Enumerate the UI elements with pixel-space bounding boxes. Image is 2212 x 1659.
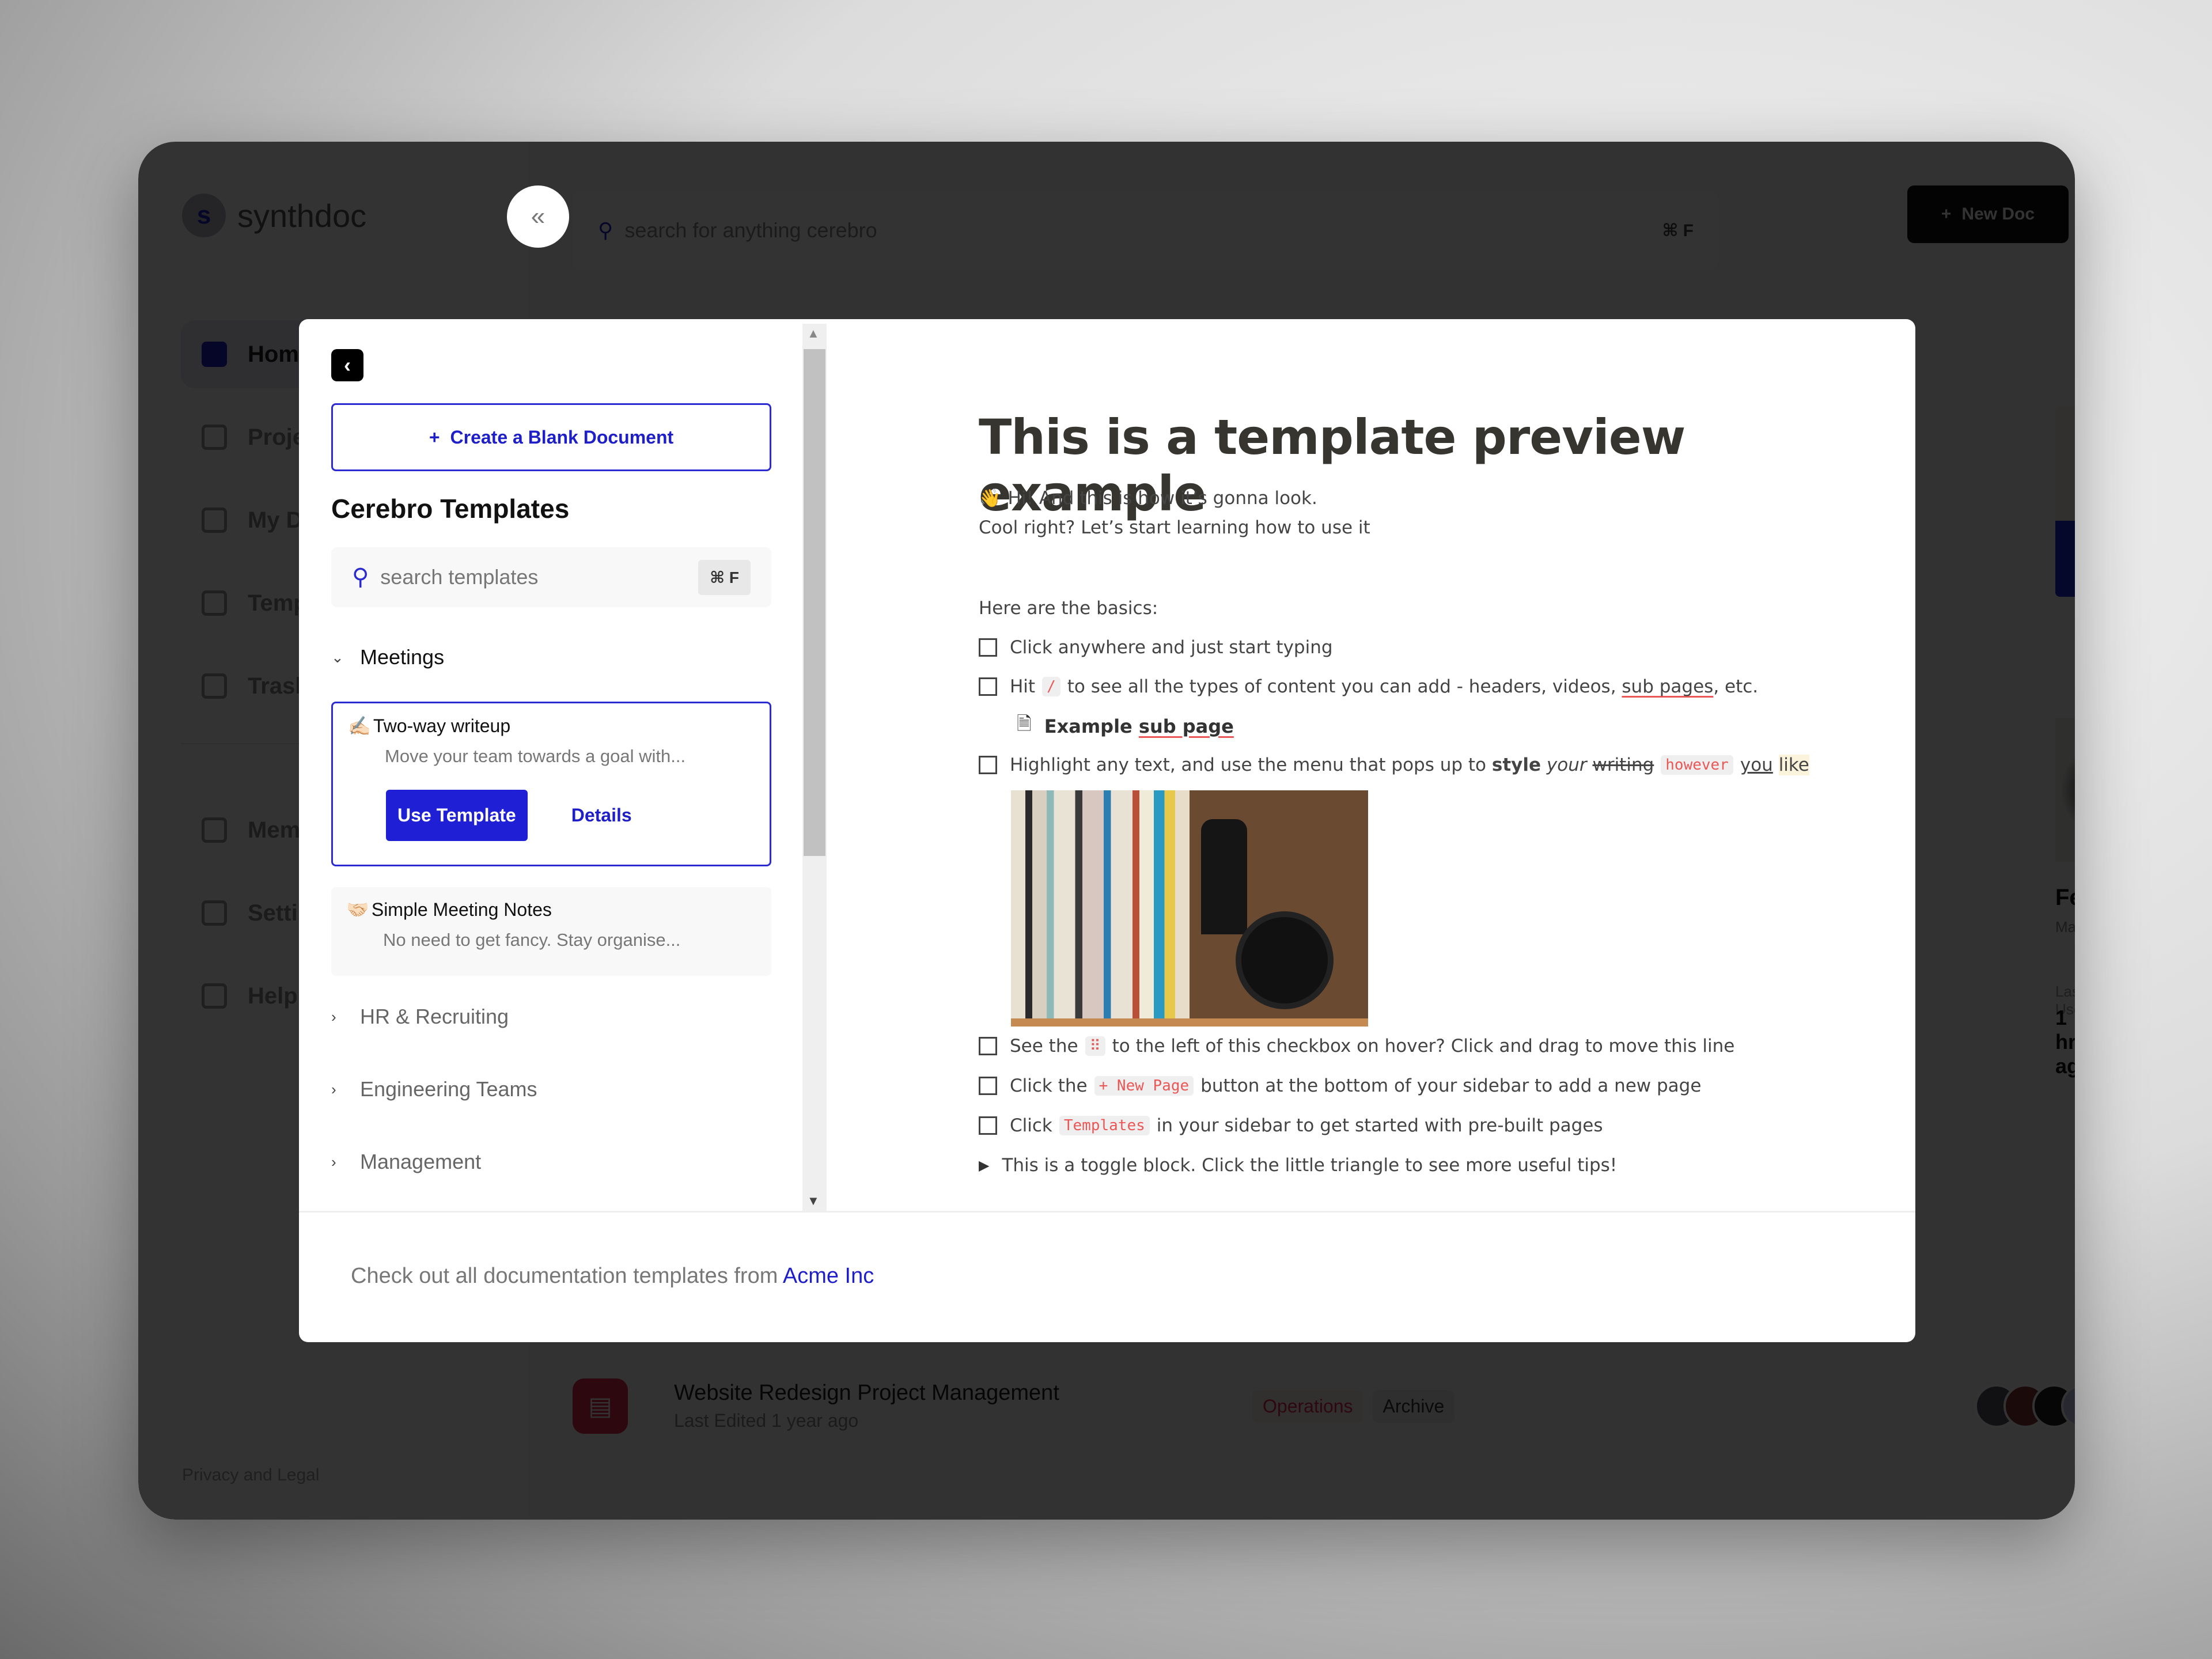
details-link[interactable]: Details — [571, 805, 632, 826]
preview-image-records-headphones — [1011, 790, 1368, 1027]
checkbox[interactable] — [979, 1116, 997, 1135]
template-card-simple-meeting-notes[interactable]: 🤝🏻 Simple Meeting Notes No need to get f… — [331, 887, 771, 976]
plus-icon: + — [429, 426, 440, 448]
preview-intro-line-2: Cool right? Let’s start learning how to … — [979, 517, 1370, 538]
template-preview: This is a template preview example 👋 Hi!… — [979, 319, 1877, 1211]
template-list-pane: ‹ + Create a Blank Document Cerebro Temp… — [299, 319, 801, 1212]
create-blank-label: Create a Blank Document — [450, 426, 674, 448]
inline-code: / — [1042, 677, 1060, 696]
headphones-band — [1201, 819, 1247, 934]
templates-heading: Cerebro Templates — [331, 494, 570, 524]
category-engineering-teams[interactable]: › Engineering Teams — [331, 1077, 537, 1101]
checklist-item: Hit / to see all the types of content yo… — [979, 676, 1758, 697]
preview-basics-label: Here are the basics: — [979, 598, 1158, 619]
checkbox[interactable] — [979, 1077, 997, 1095]
checkbox[interactable] — [979, 638, 997, 657]
category-meetings[interactable]: ⌄ Meetings — [331, 645, 444, 669]
category-label: Management — [360, 1150, 482, 1173]
checklist-item: Click Templates in your sidebar to get s… — [979, 1115, 1603, 1136]
scroll-up-arrow-icon[interactable]: ▲ — [807, 326, 820, 341]
acme-inc-link[interactable]: Acme Inc — [783, 1264, 874, 1288]
template-description: No need to get fancy. Stay organise... — [383, 930, 681, 950]
drag-handle-icon: ⠿ — [1085, 1036, 1105, 1056]
checklist-item: Highlight any text, and use the menu tha… — [979, 755, 1809, 775]
handshake-icon: 🤝🏻 — [346, 899, 369, 920]
preview-intro-line-1: 👋 Hi! And this is how it’s gonna look. — [979, 487, 1317, 509]
category-hr-recruiting[interactable]: › HR & Recruiting — [331, 1005, 509, 1029]
back-button[interactable]: ‹ — [331, 349, 363, 381]
category-label: HR & Recruiting — [360, 1005, 509, 1028]
template-title: 🤝🏻 Simple Meeting Notes — [346, 899, 552, 921]
headphones-earcup — [1236, 911, 1334, 1009]
example-sub-page-link[interactable]: 🗎 Example sub page — [1017, 711, 1234, 742]
template-picker-modal: ‹ + Create a Blank Document Cerebro Temp… — [299, 319, 1915, 1342]
chevron-right-icon: › — [331, 1080, 336, 1098]
collapse-sidebar-button[interactable]: « — [507, 185, 569, 248]
template-title: ✍🏻 Two-way writeup — [348, 715, 511, 737]
template-card-two-way-writeup[interactable]: ✍🏻 Two-way writeup Move your team toward… — [331, 702, 771, 866]
writing-hand-icon: ✍🏻 — [348, 715, 371, 736]
toggle-triangle-icon[interactable]: ▶ — [979, 1157, 989, 1173]
search-shortcut: ⌘ F — [698, 559, 751, 595]
checklist-item: Click anywhere and just start typing — [979, 637, 1333, 658]
template-search-input[interactable]: ⚲ search templates ⌘ F — [331, 547, 771, 607]
use-template-button[interactable]: Use Template — [386, 790, 528, 841]
sub-pages-link[interactable]: sub pages — [1622, 676, 1713, 697]
checklist-item: Click the + New Page button at the botto… — [979, 1075, 1701, 1096]
checkbox[interactable] — [979, 677, 997, 696]
modal-footer: Check out all documentation templates fr… — [351, 1264, 874, 1288]
checklist-item: See the ⠿ to the left of this checkbox o… — [979, 1036, 1734, 1056]
search-placeholder: search templates — [380, 565, 539, 589]
category-management[interactable]: › Management — [331, 1150, 481, 1174]
create-blank-document-button[interactable]: + Create a Blank Document — [331, 403, 771, 471]
template-actions: Use Template Details — [386, 790, 755, 841]
modal-footer-divider — [299, 1211, 1915, 1213]
toggle-block[interactable]: ▶ This is a toggle block. Click the litt… — [979, 1155, 1617, 1176]
category-label: Meetings — [360, 645, 445, 669]
template-list-scrollbar[interactable]: ▲ ▼ — [802, 324, 827, 1211]
chevron-right-icon: › — [331, 1007, 336, 1025]
scroll-down-arrow-icon[interactable]: ▼ — [807, 1194, 820, 1209]
category-label: Engineering Teams — [360, 1077, 537, 1101]
waving-hand-icon: 👋 — [979, 488, 1001, 509]
chevron-right-icon: › — [331, 1153, 336, 1171]
checkbox[interactable] — [979, 756, 997, 774]
chevron-down-icon: ⌄ — [331, 648, 344, 666]
template-description: Move your team towards a goal with... — [385, 746, 686, 766]
scrollbar-thumb[interactable] — [804, 349, 825, 856]
checkbox[interactable] — [979, 1037, 997, 1055]
search-icon: ⚲ — [352, 565, 369, 590]
page-icon: 🗎 — [1017, 713, 1032, 734]
